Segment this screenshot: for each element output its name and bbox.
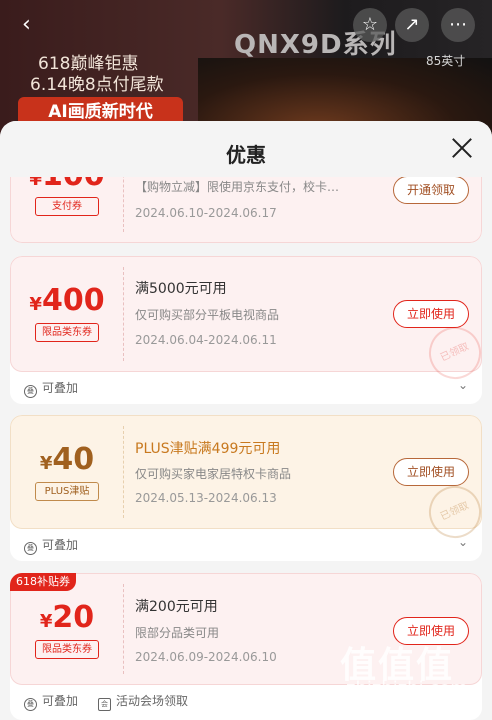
coupon-title: 满200元可用 <box>135 599 218 615</box>
stack-icon: 叠 <box>24 698 37 711</box>
watermark-site: zhizhizhi.com <box>346 678 468 699</box>
coupon-ticket: ¥40 PLUS津贴 PLUS津贴满499元可用 仅可购买家电家居特权卡商品 2… <box>10 415 482 547</box>
sheet-header: 优惠 <box>0 121 492 177</box>
share-icon[interactable]: ↗ <box>395 8 429 42</box>
coupon-title: 【购物立减】限使用京东支付，校卡… <box>135 180 340 194</box>
coupon-footer: 叠可叠加 ⌄ <box>10 529 482 559</box>
coupon-amount: ¥400 <box>29 283 105 318</box>
claim-button[interactable]: 开通领取 <box>393 176 469 204</box>
coupon-card: ¥400 限品类东券 满5000元可用 仅可购买部分平板电视商品 2024.06… <box>10 256 482 404</box>
coupon-date: 2024.06.09-2024.06.10 <box>135 650 277 664</box>
venue-claim-tag: 会活动会场领取 <box>98 692 188 711</box>
coupon-ticket: ¥400 限品类东券 满5000元可用 仅可购买部分平板电视商品 2024.06… <box>10 256 482 388</box>
banner-size: 85英寸 <box>426 54 466 68</box>
more-icon[interactable]: ⋯ <box>441 8 475 42</box>
subsidy-ribbon: 618补贴券 <box>10 573 76 591</box>
back-icon[interactable]: ‹ <box>22 12 31 37</box>
coupon-footer: 叠可叠加 ⌄ <box>10 372 482 402</box>
coupon-desc: 限部分品类可用 <box>135 626 220 640</box>
product-banner: QNX9D系列 85英寸 618巅峰钜惠 6.14晚8点付尾款 AI画质新时代 … <box>0 0 492 140</box>
coupon-title: PLUS津贴满499元可用 <box>135 441 281 457</box>
stack-icon: 叠 <box>24 542 37 555</box>
coupon-kind: 限品类东券 <box>35 640 99 659</box>
sheet-title: 优惠 <box>226 143 266 167</box>
use-now-button[interactable]: 立即使用 <box>393 458 469 486</box>
banner-promo-line2: 6.14晚8点付尾款 <box>30 75 164 95</box>
stack-icon: 叠 <box>24 385 37 398</box>
coupon-kind: PLUS津贴 <box>35 482 99 501</box>
favorite-icon[interactable]: ☆ <box>353 8 387 42</box>
chevron-down-icon[interactable]: ⌄ <box>458 535 468 549</box>
coupon-date: 2024.06.10-2024.06.17 <box>135 206 277 220</box>
chevron-down-icon[interactable]: ⌄ <box>458 378 468 392</box>
coupon-title: 满5000元可用 <box>135 281 227 297</box>
use-now-button[interactable]: 立即使用 <box>393 300 469 328</box>
venue-icon: 会 <box>98 698 111 711</box>
coupon-amount: ¥20 <box>39 600 95 635</box>
coupon-sheet: ¥100 支付券 【购物立减】限使用京东支付，校卡… 2024.06.10-20… <box>0 121 492 720</box>
coupon-kind: 支付券 <box>35 197 99 216</box>
coupon-desc: 仅可购买部分平板电视商品 <box>135 308 280 322</box>
coupon-desc: 仅可购买家电家居特权卡商品 <box>135 467 292 481</box>
close-icon[interactable] <box>449 135 475 161</box>
coupon-date: 2024.05.13-2024.06.13 <box>135 491 277 505</box>
stackable-tag: 叠可叠加 <box>24 692 78 711</box>
coupon-amount: ¥40 <box>39 442 95 477</box>
coupon-date: 2024.06.04-2024.06.11 <box>135 333 277 347</box>
stackable-tag: 叠可叠加 <box>24 379 78 398</box>
coupon-kind: 限品类东券 <box>35 323 99 342</box>
stackable-tag: 叠可叠加 <box>24 536 78 555</box>
coupon-card: ¥40 PLUS津贴 PLUS津贴满499元可用 仅可购买家电家居特权卡商品 2… <box>10 415 482 561</box>
